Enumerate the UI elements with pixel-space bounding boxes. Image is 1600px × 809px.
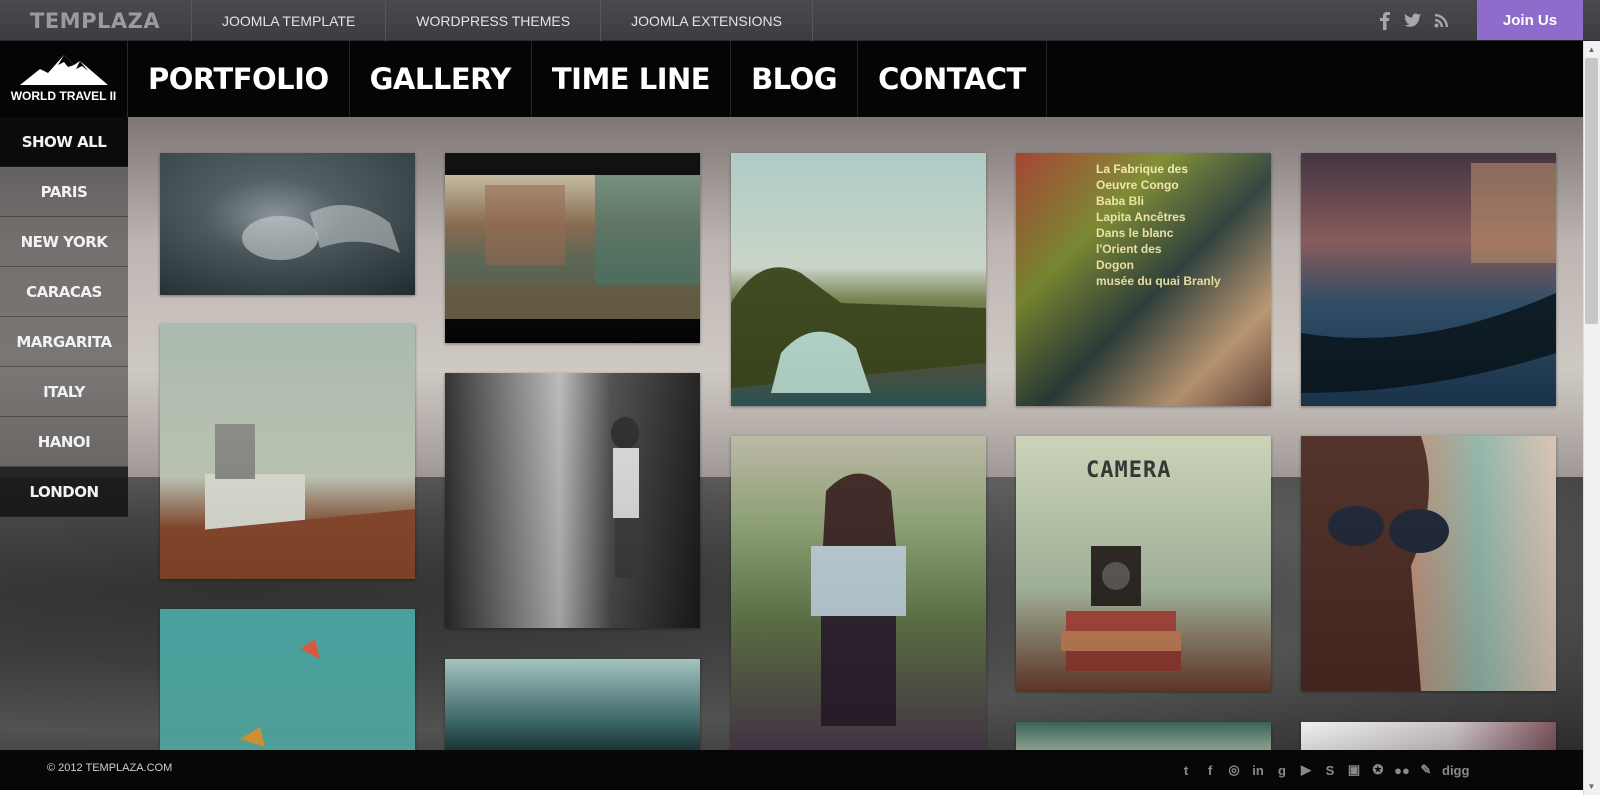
flickr-icon[interactable]: ●● (1394, 763, 1410, 778)
google-icon[interactable]: g (1274, 763, 1290, 778)
gallery-item-street-dance[interactable] (445, 153, 700, 343)
rss-icon[interactable] (1432, 11, 1450, 31)
scroll-up-arrow-icon[interactable]: ▲ (1585, 43, 1598, 56)
top-nav-joomla-extensions[interactable]: JOOMLA EXTENSIONS (601, 0, 813, 41)
camera-sign-text: CAMERA (1086, 458, 1172, 483)
filter-london[interactable]: LONDON (0, 467, 128, 517)
filter-sidebar: SHOW ALL PARIS NEW YORK CARACAS MARGARIT… (0, 117, 128, 517)
menu-blog[interactable]: BLOG (731, 41, 859, 117)
kites-photo (240, 639, 320, 747)
filter-paris[interactable]: PARIS (0, 167, 128, 217)
gallery-item-cloudy-sky[interactable] (445, 659, 700, 750)
filter-new-york[interactable]: NEW YORK (0, 217, 128, 267)
gallery-item-venice-gondola[interactable] (1301, 153, 1556, 406)
woman-photo-icon (242, 205, 400, 260)
gallery-item-woman-lying[interactable] (160, 153, 415, 295)
filter-margarita[interactable]: MARGARITA (0, 317, 128, 367)
copyright-text: © 2012 TEMPLAZA.COM (47, 762, 173, 774)
twitter-icon[interactable] (1404, 11, 1422, 31)
menu-contact[interactable]: CONTACT (858, 41, 1047, 117)
facebook-icon[interactable]: f (1202, 763, 1218, 778)
deviantart-icon[interactable]: ✎ (1418, 762, 1434, 778)
facebook-icon[interactable] (1376, 11, 1394, 31)
gallery-item-rooftop-birds[interactable] (160, 324, 415, 579)
gallery-item-paris-street[interactable]: La Fabrique des Oeuvre Congo Baba Bli La… (1016, 153, 1271, 406)
filter-italy[interactable]: ITALY (0, 367, 128, 417)
sea-arch-photo (731, 267, 986, 393)
skype-icon[interactable]: S (1322, 763, 1338, 778)
menu-gallery[interactable]: GALLERY (350, 41, 532, 117)
templaza-logo[interactable]: TEMPLAZA (0, 0, 192, 41)
main-menu: PORTFOLIO GALLERY TIME LINE BLOG CONTACT (128, 41, 1047, 117)
filter-caracas[interactable]: CARACAS (0, 267, 128, 317)
main-nav: WORLD TRAVEL II PORTFOLIO GALLERY TIME L… (0, 41, 1583, 117)
gallery-item-partial-2[interactable] (1301, 722, 1556, 750)
gondola-photo (1301, 163, 1556, 393)
gallery-item-girl-bench[interactable] (731, 436, 986, 750)
gallery-item-partial-1[interactable] (1016, 722, 1271, 750)
gallery-item-sunglasses-woman[interactable] (1301, 436, 1556, 691)
gallery-item-vintage-camera[interactable]: CAMERA (1016, 436, 1271, 691)
top-nav-joomla-template[interactable]: JOOMLA TEMPLATE (192, 0, 387, 41)
dribbble-icon[interactable]: ◎ (1226, 762, 1242, 778)
girl-photo (811, 473, 906, 726)
top-nav-wordpress-themes[interactable]: WORDPRESS THEMES (386, 0, 602, 41)
scrollbar-thumb[interactable] (1585, 58, 1598, 324)
join-us-button[interactable]: Join Us (1477, 0, 1583, 40)
footer: © 2012 TEMPLAZA.COM t f ◎ in g ▶ S ▣ ✪ ●… (0, 750, 1583, 790)
footer-social-links: t f ◎ in g ▶ S ▣ ✪ ●● ✎ digg (1178, 760, 1470, 780)
gallery-item-boy-wall[interactable] (445, 373, 700, 628)
linkedin-icon[interactable]: in (1250, 763, 1266, 778)
top-bar: TEMPLAZA JOOMLA TEMPLATE WORDPRESS THEME… (0, 0, 1600, 41)
menu-time-line[interactable]: TIME LINE (532, 41, 732, 117)
menu-portfolio[interactable]: PORTFOLIO (128, 41, 350, 117)
filter-hanoi[interactable]: HANOI (0, 417, 128, 467)
street-photo (445, 175, 700, 319)
top-nav: JOOMLA TEMPLATE WORDPRESS THEMES JOOMLA … (192, 0, 813, 41)
site-logo[interactable]: WORLD TRAVEL II (0, 41, 128, 117)
twitter-icon[interactable]: t (1178, 763, 1194, 778)
filter-show-all[interactable]: SHOW ALL (0, 117, 128, 167)
youtube-icon[interactable]: ▶ (1298, 762, 1314, 778)
picasa-icon[interactable]: ✪ (1370, 762, 1386, 778)
paris-poster-text: La Fabrique des Oeuvre Congo Baba Bli La… (1096, 162, 1221, 288)
camera-icon (1061, 546, 1181, 671)
sunglasses-photo (1301, 436, 1449, 691)
page-bottom-gap (0, 790, 1583, 809)
mountain-icon (19, 55, 108, 85)
top-social-links (1376, 0, 1450, 41)
rooftop-photo (160, 424, 415, 579)
scroll-down-arrow-icon[interactable]: ▼ (1585, 780, 1598, 793)
site-logo-text: WORLD TRAVEL II (10, 89, 117, 103)
gallery-item-sea-arch[interactable] (731, 153, 986, 406)
instagram-icon[interactable]: ▣ (1346, 762, 1362, 778)
digg-icon[interactable]: digg (1442, 763, 1469, 778)
gallery-item-kites[interactable] (160, 609, 415, 750)
boy-photo (611, 417, 639, 578)
